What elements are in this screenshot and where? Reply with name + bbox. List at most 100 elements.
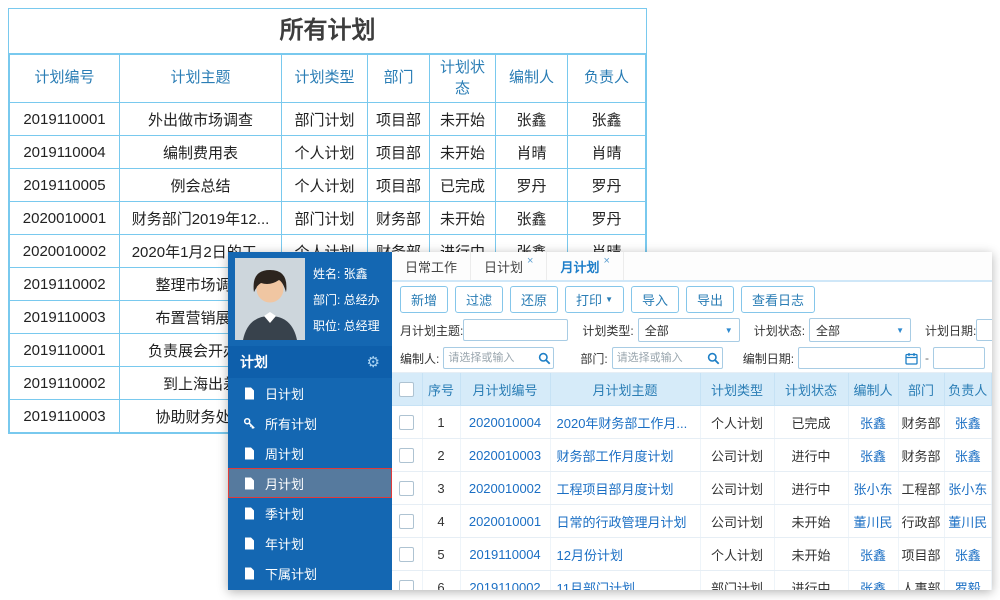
select-all-cell	[392, 373, 423, 406]
row-checkbox[interactable]	[399, 514, 415, 530]
compile-date-start-input[interactable]	[798, 347, 922, 369]
menu-label: 季计划	[265, 506, 305, 522]
filter-button[interactable]: 过滤	[455, 285, 504, 313]
table-cell: 张鑫	[848, 405, 899, 439]
cell-link[interactable]: 张鑫	[955, 548, 981, 563]
search-icon[interactable]	[538, 352, 551, 365]
sidebar-item-quarter-plan[interactable]: 季计划	[228, 498, 392, 528]
row-checkbox[interactable]	[399, 547, 415, 563]
table-cell: 张鑫	[848, 570, 899, 591]
table-cell: 个人计划	[700, 537, 775, 571]
cell-link[interactable]: 张鑫	[860, 449, 886, 464]
column-header: 月计划主题	[550, 373, 701, 406]
cell-link[interactable]: 2020010001	[469, 514, 541, 529]
cell-link[interactable]: 2020010004	[469, 415, 541, 430]
add-button[interactable]: 新增	[400, 285, 449, 313]
export-button[interactable]: 导出	[686, 285, 735, 313]
cell-link[interactable]: 财务部工作月度计划	[557, 449, 674, 464]
table-cell: 张鑫	[944, 537, 992, 571]
cell-link[interactable]: 2019110002	[469, 580, 540, 591]
document-icon	[243, 567, 256, 580]
chevron-down-icon: ▼	[605, 294, 613, 304]
select-all-checkbox[interactable]	[399, 382, 415, 398]
cell-link[interactable]: 张鑫	[955, 449, 981, 464]
view-log-button[interactable]: 查看日志	[741, 285, 816, 313]
document-icon	[243, 507, 256, 520]
row-checkbox[interactable]	[399, 481, 415, 497]
tab-daily-work[interactable]: 日常工作	[392, 252, 472, 280]
plan-table-area: 序号 月计划编号 月计划主题 计划类型 计划状态 编制人 部门 负责人 1 202…	[392, 372, 992, 590]
cell-link[interactable]: 2020010003	[469, 448, 541, 463]
row-checkbox[interactable]	[399, 580, 415, 590]
table-cell: 2019110002	[460, 570, 551, 591]
compile-date-end-input[interactable]	[933, 347, 986, 369]
plan-type-select[interactable]: 全部 ▼	[637, 318, 740, 342]
document-icon	[243, 477, 256, 490]
table-cell: 个人计划	[700, 405, 775, 439]
table-row: 2019110005 例会总结 个人计划 项目部 已完成 罗丹 罗丹	[9, 168, 646, 202]
table-cell: 工程部	[898, 471, 945, 505]
row-checkbox[interactable]	[399, 415, 415, 431]
cell-link[interactable]: 董川民	[853, 515, 892, 530]
cell-link[interactable]: 罗毅	[955, 581, 981, 591]
reset-button[interactable]: 还原	[510, 285, 559, 313]
table-cell: 未开始	[774, 504, 849, 538]
table-cell: 张鑫	[567, 102, 646, 136]
button-label: 还原	[521, 292, 548, 308]
sidebar-item-all-plans[interactable]: 所有计划	[228, 408, 392, 438]
cell-link[interactable]: 日常的行政管理月计划	[557, 515, 687, 530]
cell-link[interactable]: 张鑫	[860, 416, 886, 431]
close-icon[interactable]: ×	[527, 255, 533, 267]
cell-link[interactable]: 董川民	[948, 515, 987, 530]
sidebar-item-month-plan[interactable]: 月计划	[228, 468, 392, 498]
table-cell: 项目部	[367, 168, 430, 202]
cell-link[interactable]: 2019110004	[469, 547, 540, 562]
gear-icon[interactable]: ⚙	[367, 353, 380, 371]
calendar-icon[interactable]	[905, 352, 918, 365]
cell-link[interactable]: 张鑫	[860, 581, 886, 591]
chevron-down-icon: ▼	[896, 325, 905, 335]
table-cell: 2019110001	[9, 102, 120, 136]
table-cell: 已完成	[774, 405, 849, 439]
table-cell: 日常的行政管理月计划	[550, 504, 701, 538]
button-label: 查看日志	[752, 292, 805, 308]
cell-link[interactable]: 张小东	[853, 482, 892, 497]
search-icon[interactable]	[707, 352, 720, 365]
row-checkbox[interactable]	[399, 448, 415, 464]
cell-link[interactable]: 2020010002	[469, 481, 541, 496]
tab-day-plan[interactable]: 日计划 ×	[471, 252, 548, 280]
close-icon[interactable]: ×	[603, 255, 609, 267]
cell-link[interactable]: 张鑫	[955, 416, 981, 431]
tab-label: 月计划	[560, 259, 600, 275]
table-cell: 财务部工作月度计划	[550, 438, 701, 472]
table-cell: 进行中	[774, 570, 849, 590]
cell-link[interactable]: 11月部门计划	[557, 581, 636, 591]
dept-filter-label: 部门:	[580, 351, 608, 366]
sidebar-item-year-plan[interactable]: 年计划	[228, 528, 392, 558]
column-header: 计划主题	[119, 54, 282, 103]
sidebar-item-week-plan[interactable]: 周计划	[228, 438, 392, 468]
table-cell: 肖晴	[567, 135, 646, 169]
tab-label: 日常工作	[405, 259, 458, 275]
section-label: 计划	[240, 354, 268, 370]
table-cell: 项目部	[367, 135, 430, 169]
cell-link[interactable]: 工程项目部月度计划	[557, 482, 674, 497]
print-button[interactable]: 打印 ▼	[565, 285, 624, 313]
tab-month-plan[interactable]: 月计划 ×	[547, 252, 624, 280]
plan-status-select[interactable]: 全部 ▼	[809, 318, 912, 342]
import-button[interactable]: 导入	[630, 285, 679, 313]
cell-link[interactable]: 张鑫	[860, 548, 886, 563]
cell-link[interactable]: 2020年财务部工作月...	[557, 416, 688, 431]
table-cell: 例会总结	[119, 168, 282, 202]
sidebar-item-day-plan[interactable]: 日计划	[228, 378, 392, 408]
table-cell: 张小东	[848, 471, 899, 505]
plan-row: 4 2020010001 日常的行政管理月计划 公司计划 未开始 董川民 行政部 董川民	[392, 504, 992, 538]
plan-date-start-input[interactable]	[976, 319, 992, 341]
sidebar-item-subordinate-plan[interactable]: 下属计划	[228, 558, 392, 588]
cell-link[interactable]: 张小东	[948, 482, 987, 497]
table-cell: 行政部	[898, 504, 945, 538]
app-window: 姓名: 张鑫 部门: 总经办 职位: 总经理 计划 ⚙ 日计划 所有计划 周计划…	[228, 252, 992, 590]
cell-link[interactable]: 12月份计划	[557, 548, 623, 563]
table-cell: 3	[422, 471, 461, 505]
subject-input[interactable]	[463, 319, 569, 341]
